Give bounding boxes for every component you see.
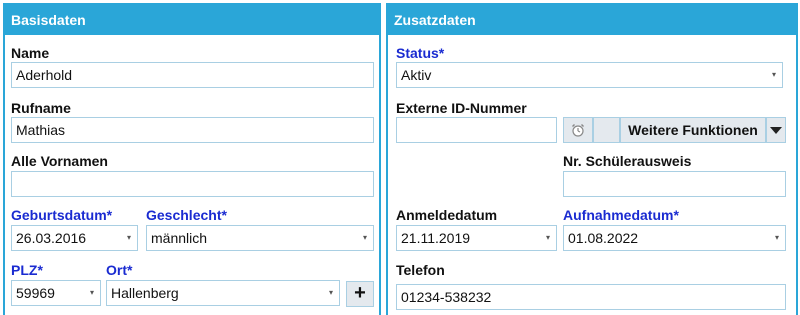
aufnahmedatum-label: Aufnahmedatum* — [563, 207, 679, 223]
weitere-funktionen-label: Weitere Funktionen — [628, 122, 758, 138]
name-label: Name — [11, 45, 50, 61]
telefon-value: 01234-538232 — [401, 289, 492, 305]
chevron-down-icon: ▾ — [126, 233, 131, 242]
weitere-funktionen-button[interactable]: Weitere Funktionen — [620, 117, 766, 143]
anmeldedatum-select[interactable]: 21.11.2019 ▾ — [396, 225, 557, 251]
alarm-button[interactable] — [563, 117, 593, 143]
rufname-field[interactable]: Mathias — [11, 117, 374, 143]
status-value: Aktiv — [401, 67, 432, 83]
geschlecht-select[interactable]: männlich ▾ — [146, 225, 374, 251]
chevron-down-icon: ▾ — [362, 233, 367, 242]
alarm-clock-icon — [572, 124, 584, 137]
aufnahmedatum-value: 01.08.2022 — [568, 230, 639, 246]
rufname-value: Mathias — [16, 122, 66, 138]
anmeldedatum-value: 21.11.2019 — [401, 230, 471, 246]
name-field[interactable]: Aderhold — [11, 62, 374, 88]
geschlecht-value: männlich — [151, 230, 208, 246]
status-label: Status* — [396, 45, 445, 61]
geburtsdatum-label: Geburtsdatum* — [11, 207, 113, 223]
plz-select[interactable]: 59969 ▾ — [11, 280, 101, 306]
externe-id-label: Externe ID-Nummer — [396, 100, 527, 116]
basisdaten-header: Basisdaten — [5, 5, 379, 35]
chevron-down-icon: ▾ — [545, 233, 550, 242]
externe-id-field[interactable] — [396, 117, 557, 143]
plus-icon: + — [354, 282, 366, 304]
chevron-down-icon: ▾ — [771, 70, 776, 79]
schuelerausweis-field[interactable] — [563, 171, 786, 197]
chevron-down-icon: ▾ — [774, 233, 779, 242]
vornamen-field[interactable] — [11, 171, 374, 197]
chevron-down-icon: ▾ — [89, 288, 94, 297]
ort-select[interactable]: Hallenberg ▾ — [106, 280, 340, 306]
zusatzdaten-header: Zusatzdaten — [388, 5, 796, 35]
status-select[interactable]: Aktiv ▾ — [396, 62, 783, 88]
vornamen-label: Alle Vornamen — [11, 153, 108, 169]
add-ort-button[interactable]: + — [346, 281, 374, 307]
geschlecht-label: Geschlecht* — [146, 207, 227, 223]
telefon-label: Telefon — [396, 262, 445, 278]
plz-value: 59969 — [16, 285, 55, 301]
plz-label: PLZ* — [11, 262, 43, 278]
blank-button[interactable] — [593, 117, 620, 143]
ort-label: Ort* — [106, 262, 133, 278]
weitere-funktionen-dropdown[interactable] — [766, 117, 786, 143]
telefon-field[interactable]: 01234-538232 — [396, 284, 786, 310]
chevron-down-icon: ▾ — [328, 288, 333, 297]
rufname-label: Rufname — [11, 100, 71, 116]
anmeldedatum-label: Anmeldedatum — [396, 207, 498, 223]
geburtsdatum-select[interactable]: 26.03.2016 ▾ — [11, 225, 138, 251]
aufnahmedatum-select[interactable]: 01.08.2022 ▾ — [563, 225, 786, 251]
ort-value: Hallenberg — [111, 285, 179, 301]
name-value: Aderhold — [16, 67, 73, 83]
geburtsdatum-value: 26.03.2016 — [16, 230, 87, 246]
schuelerausweis-label: Nr. Schülerausweis — [563, 153, 692, 169]
caret-down-icon — [770, 127, 782, 134]
